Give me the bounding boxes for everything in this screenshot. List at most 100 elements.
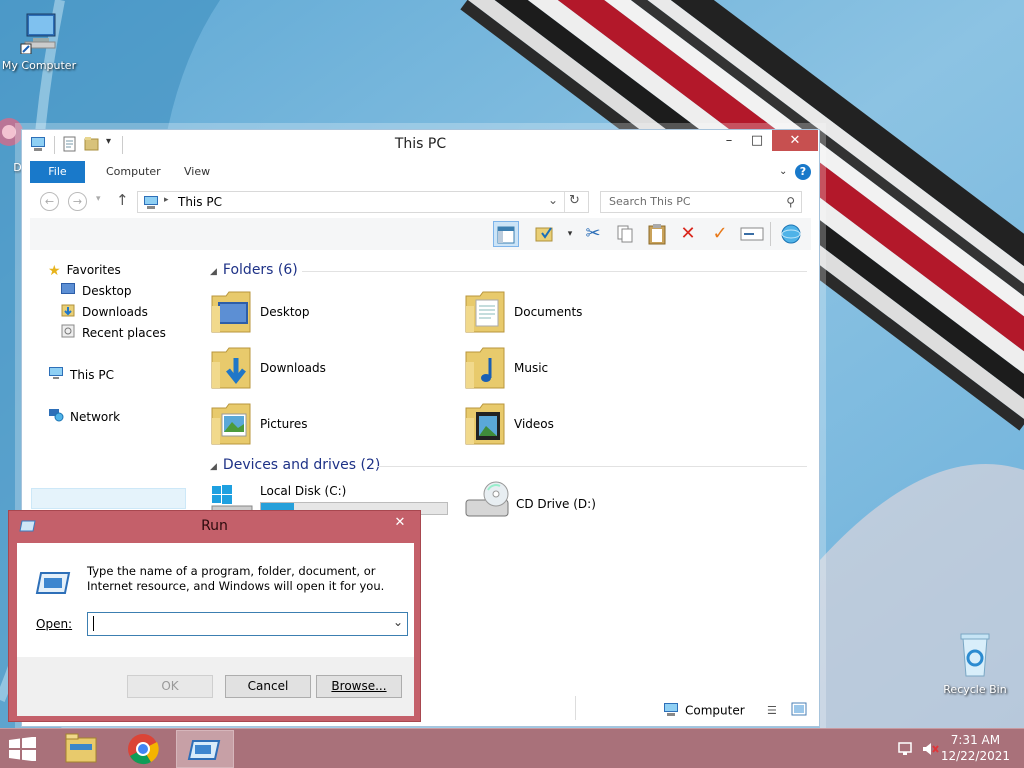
videos-folder-icon bbox=[464, 400, 508, 451]
windows-logo-icon bbox=[9, 736, 36, 762]
folder-music[interactable]: Music bbox=[464, 344, 704, 394]
large-icons-view-icon[interactable] bbox=[791, 702, 807, 719]
run-program-icon bbox=[35, 567, 71, 600]
folder-desktop[interactable]: Desktop bbox=[210, 288, 450, 338]
computer-icon bbox=[0, 10, 78, 57]
cut-icon[interactable]: ✂ bbox=[580, 221, 606, 247]
clock-date: 12/22/2021 bbox=[940, 749, 1010, 763]
breadcrumb[interactable]: This PC bbox=[178, 195, 222, 209]
nav-favorites[interactable]: ★ Favorites bbox=[48, 260, 121, 280]
downloads-folder-icon bbox=[210, 344, 254, 395]
this-pc-icon bbox=[142, 195, 160, 213]
text-cursor bbox=[93, 616, 94, 631]
nav-this-pc[interactable]: This PC bbox=[48, 365, 114, 385]
desktop-icon-label: My Computer bbox=[1, 59, 77, 72]
desktop-icon-my-computer[interactable]: My Computer bbox=[0, 10, 78, 72]
volume-muted-icon[interactable] bbox=[921, 741, 939, 760]
open-input[interactable]: ⌄ bbox=[87, 612, 408, 636]
back-button[interactable]: ← bbox=[40, 192, 59, 211]
cancel-button[interactable]: Cancel bbox=[225, 675, 311, 698]
group-divider bbox=[302, 271, 807, 272]
open-label: Open: bbox=[36, 617, 73, 631]
help-icon[interactable]: ? bbox=[795, 164, 811, 180]
this-pc-icon bbox=[662, 702, 680, 720]
nav-downloads[interactable]: Downloads bbox=[60, 302, 148, 322]
taskbar-chrome[interactable] bbox=[114, 730, 172, 768]
recent-locations-icon[interactable]: ▾ bbox=[96, 194, 101, 204]
group-label: Folders (6) bbox=[222, 262, 298, 278]
folders-group-header[interactable]: ◢ Folders (6) bbox=[210, 262, 298, 278]
explorer-titlebar[interactable]: ▾ This PC – □ ✕ bbox=[22, 130, 819, 160]
status-divider bbox=[575, 696, 576, 720]
nav-label: Downloads bbox=[82, 305, 148, 319]
folder-label: Videos bbox=[514, 417, 554, 431]
taskbar-file-explorer[interactable] bbox=[52, 730, 110, 768]
nav-label: Desktop bbox=[82, 284, 132, 298]
address-dropdown-icon[interactable]: ⌄ bbox=[548, 193, 558, 207]
folder-downloads[interactable]: Downloads bbox=[210, 344, 450, 394]
address-bar[interactable]: ▸ This PC ⌄ ↻ bbox=[137, 191, 589, 213]
refresh-icon[interactable]: ↻ bbox=[569, 193, 580, 208]
folder-label: Pictures bbox=[260, 417, 308, 431]
address-divider bbox=[564, 192, 565, 212]
folder-pictures[interactable]: Pictures bbox=[210, 400, 450, 450]
recycle-bin-icon bbox=[936, 632, 1014, 681]
window-title: This PC bbox=[394, 136, 447, 152]
folder-videos[interactable]: Videos bbox=[464, 400, 704, 450]
run-title: Run bbox=[201, 518, 228, 534]
run-icon bbox=[187, 740, 221, 760]
nav-label: Favorites bbox=[66, 263, 121, 277]
folder-label: Music bbox=[514, 361, 549, 375]
taskbar-run[interactable] bbox=[176, 730, 234, 768]
toolbar-divider bbox=[770, 222, 771, 246]
network-globe-icon[interactable] bbox=[778, 221, 804, 247]
folder-documents[interactable]: Documents bbox=[464, 288, 704, 338]
tab-computer[interactable]: Computer bbox=[92, 161, 175, 183]
drives-group-header[interactable]: ◢ Devices and drives (2) bbox=[210, 457, 380, 473]
tab-file[interactable]: File bbox=[30, 161, 85, 183]
rename-icon[interactable] bbox=[739, 221, 765, 247]
desktop-icon-recycle-bin[interactable]: Recycle Bin bbox=[936, 632, 1014, 696]
address-row: ← → ▾ ↑ ▸ This PC ⌄ ↻ Search This PC ⚲ bbox=[30, 188, 811, 216]
preview-pane-button[interactable] bbox=[493, 221, 519, 247]
downloads-folder-icon bbox=[60, 303, 76, 323]
delete-icon[interactable]: ✕ bbox=[675, 221, 701, 247]
copy-icon[interactable] bbox=[612, 221, 638, 247]
nav-desktop[interactable]: Desktop bbox=[60, 281, 132, 301]
start-button[interactable] bbox=[8, 736, 38, 764]
folder-label: Desktop bbox=[260, 305, 310, 319]
nav-network[interactable]: Network bbox=[48, 407, 120, 427]
network-tray-icon[interactable] bbox=[897, 741, 915, 760]
maximize-button[interactable]: □ bbox=[744, 130, 770, 151]
minimize-button[interactable]: – bbox=[716, 130, 742, 151]
search-placeholder: Search This PC bbox=[609, 195, 691, 208]
drive-cd-d[interactable]: CD Drive (D:) bbox=[464, 480, 704, 530]
system-clock[interactable]: 7:31 AM 12/22/2021 bbox=[941, 732, 1010, 764]
file-explorer-icon bbox=[65, 733, 97, 763]
ribbon-tabs: File Computer View ⌄ ? bbox=[30, 161, 811, 183]
paste-icon[interactable] bbox=[644, 221, 670, 247]
documents-folder-icon bbox=[464, 288, 508, 339]
search-input[interactable]: Search This PC ⚲ bbox=[600, 191, 802, 213]
music-folder-icon bbox=[464, 344, 508, 395]
search-icon[interactable]: ⚲ bbox=[786, 192, 795, 212]
nav-selection-highlight bbox=[31, 488, 186, 509]
close-button[interactable]: ✕ bbox=[772, 130, 818, 151]
tab-view[interactable]: View bbox=[170, 161, 224, 183]
forward-button[interactable]: → bbox=[68, 192, 87, 211]
details-view-icon[interactable]: ☰ bbox=[767, 704, 777, 717]
toolbar: ▾ ✂ ✕ ✓ bbox=[30, 218, 811, 250]
run-close-button[interactable]: ✕ bbox=[388, 514, 412, 532]
ok-button[interactable]: OK bbox=[127, 675, 213, 698]
breadcrumb-chevron-icon[interactable]: ▸ bbox=[164, 195, 169, 205]
up-button[interactable]: ↑ bbox=[116, 191, 129, 209]
open-dropdown-icon[interactable]: ⌄ bbox=[393, 615, 403, 629]
group-divider bbox=[377, 466, 807, 467]
nav-label: Network bbox=[70, 410, 121, 424]
check-folder-icon[interactable] bbox=[532, 221, 558, 247]
checkmark-icon[interactable]: ✓ bbox=[707, 221, 733, 247]
nav-recent-places[interactable]: Recent places bbox=[60, 323, 166, 343]
star-icon: ★ bbox=[48, 262, 61, 279]
clock-time: 7:31 AM bbox=[950, 733, 1001, 747]
browse-button[interactable]: Browse... bbox=[316, 675, 402, 698]
